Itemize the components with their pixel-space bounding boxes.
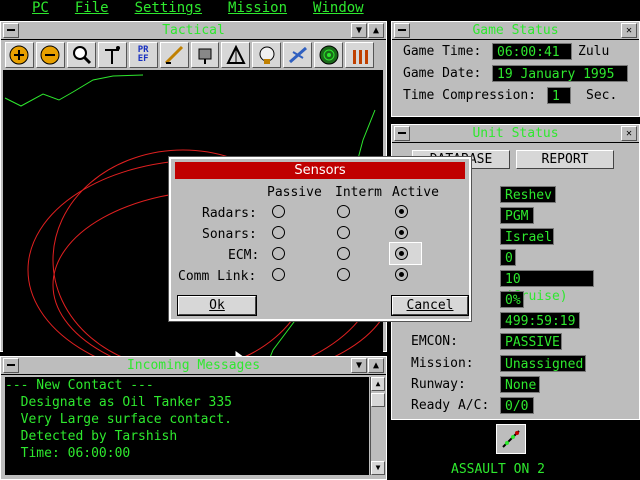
unit-icon-area: ASSAULT ON 2: [391, 420, 640, 480]
zoom-out-icon[interactable]: [35, 42, 65, 68]
unit-field-value: 0: [500, 249, 516, 266]
unit-speed-value: 10 (Cruise): [500, 270, 594, 304]
game-status-titlebar: Game Status: [392, 22, 639, 40]
ecm-label: ECM:: [228, 248, 260, 263]
unit-status-title: Unit Status: [472, 126, 559, 141]
compass-icon[interactable]: [221, 42, 251, 68]
tactical-title: Tactical: [162, 23, 225, 38]
messages-titlebar: Incoming Messages: [1, 357, 386, 375]
report-button[interactable]: REPORT: [516, 150, 614, 169]
radars-active-radio[interactable]: [395, 205, 408, 218]
messages-window: Incoming Messages ▼ ▲ --- New Contact --…: [0, 356, 387, 480]
game-time-value: 06:00:41: [492, 43, 572, 60]
tactical-titlebar: Tactical: [1, 22, 386, 40]
unit-symbol-icon[interactable]: [496, 424, 526, 454]
target-icon[interactable]: [97, 42, 127, 68]
ready-ac-label: Ready A/C:: [411, 398, 490, 413]
menu-mission[interactable]: Mission: [210, 0, 295, 18]
unit-damage-value: 0%: [500, 291, 524, 308]
zoom-in-icon[interactable]: [5, 42, 34, 68]
game-time-label: Game Time:: [403, 44, 482, 59]
message-line: Time: 06:00:00: [5, 446, 131, 461]
messages-scrollbar[interactable]: ▲ ▼: [370, 377, 385, 475]
message-line: Detected by Tarshish: [5, 429, 178, 444]
game-status-close-button[interactable]: ✕: [621, 23, 637, 38]
sensors-dialog-title: Sensors: [175, 162, 465, 179]
scroll-thumb[interactable]: [371, 393, 385, 407]
sonar-icon[interactable]: [314, 42, 344, 68]
messages-title: Incoming Messages: [126, 358, 261, 373]
unit-nation-value: Israel: [500, 228, 554, 245]
messages-list: --- New Contact --- Designate as Oil Tan…: [5, 377, 369, 475]
column-active: Active: [392, 185, 439, 200]
messages-system-menu-button[interactable]: [3, 358, 19, 373]
time-compression-unit: Sec.: [586, 88, 618, 103]
menu-pc[interactable]: PC: [0, 0, 57, 18]
scroll-up-icon[interactable]: ▲: [371, 377, 385, 391]
radars-label: Radars:: [202, 206, 257, 221]
magnifier-icon[interactable]: [66, 42, 96, 68]
message-line: Very Large surface contact.: [5, 412, 232, 427]
tactical-minimize-button[interactable]: ▼: [351, 23, 367, 38]
sonars-label: Sonars:: [202, 227, 257, 242]
tactical-system-menu-button[interactable]: [3, 23, 19, 38]
aircraft-icon[interactable]: [283, 42, 313, 68]
column-interm: Interm: [335, 185, 382, 200]
tactical-toolbar: PR EF: [3, 42, 375, 70]
emcon-label: EMCON:: [411, 334, 458, 349]
game-time-zone: Zulu: [578, 44, 610, 59]
time-compression-label: Time Compression:: [403, 88, 537, 103]
unit-type-value: PGM: [500, 207, 534, 224]
unit-name-value: Reshev: [500, 186, 556, 203]
radar-icon[interactable]: [190, 42, 220, 68]
unit-status-titlebar: Unit Status: [392, 125, 639, 143]
unit-status-system-menu-button[interactable]: [394, 126, 410, 141]
scroll-down-icon[interactable]: ▼: [371, 461, 385, 475]
sonars-active-radio[interactable]: [395, 226, 408, 239]
game-date-value: 19 January 1995: [492, 65, 628, 82]
game-status-window: Game Status ✕ Game Time: 06:00:41 Zulu G…: [391, 21, 640, 117]
menu-window[interactable]: Window: [295, 0, 372, 18]
radars-interm-radio[interactable]: [337, 205, 350, 218]
unit-status-close-button[interactable]: ✕: [621, 126, 637, 141]
cancel-button[interactable]: Cancel: [391, 295, 469, 316]
comm-link-passive-radio[interactable]: [272, 268, 285, 281]
game-status-title: Game Status: [472, 23, 559, 38]
emcon-value: PASSIVE: [500, 333, 562, 350]
message-line: --- New Contact ---: [5, 378, 154, 393]
messages-minimize-button[interactable]: ▼: [351, 358, 367, 373]
column-passive: Passive: [267, 185, 322, 200]
ecm-passive-radio[interactable]: [272, 247, 285, 260]
comm-link-label: Comm Link:: [178, 269, 257, 284]
unit-fuel-value: 499:59:19: [500, 312, 580, 329]
mission-label: Mission:: [411, 356, 474, 371]
sonars-passive-radio[interactable]: [272, 226, 285, 239]
time-compression-value[interactable]: 1: [547, 87, 571, 104]
message-line: Designate as Oil Tanker 335: [5, 395, 232, 410]
game-date-label: Game Date:: [403, 66, 482, 81]
messages-maximize-button[interactable]: ▲: [368, 358, 384, 373]
ecm-active-radio[interactable]: [395, 247, 408, 260]
sonars-interm-radio[interactable]: [337, 226, 350, 239]
menu-file[interactable]: File: [57, 0, 117, 18]
pref-icon[interactable]: PR EF: [128, 42, 158, 68]
fist-icon[interactable]: [252, 42, 282, 68]
menu-bar: PC File Settings Mission Window: [0, 0, 640, 18]
comm-link-interm-radio[interactable]: [337, 268, 350, 281]
weapons-icon[interactable]: [345, 42, 375, 68]
tactical-maximize-button[interactable]: ▲: [368, 23, 384, 38]
mission-value: Unassigned: [500, 355, 586, 372]
game-status-system-menu-button[interactable]: [394, 23, 410, 38]
runway-label: Runway:: [411, 377, 466, 392]
radars-passive-radio[interactable]: [272, 205, 285, 218]
assault-text: ASSAULT ON 2: [451, 462, 545, 477]
comm-link-active-radio[interactable]: [395, 268, 408, 281]
runway-value: None: [500, 376, 540, 393]
sensors-dialog: Sensors Passive Interm Active Radars: So…: [168, 156, 472, 322]
ready-ac-value: 0/0: [500, 397, 534, 414]
ecm-interm-radio[interactable]: [337, 247, 350, 260]
ok-button[interactable]: Ok: [177, 295, 257, 316]
menu-settings[interactable]: Settings: [117, 0, 210, 18]
missile-icon[interactable]: [159, 42, 189, 68]
